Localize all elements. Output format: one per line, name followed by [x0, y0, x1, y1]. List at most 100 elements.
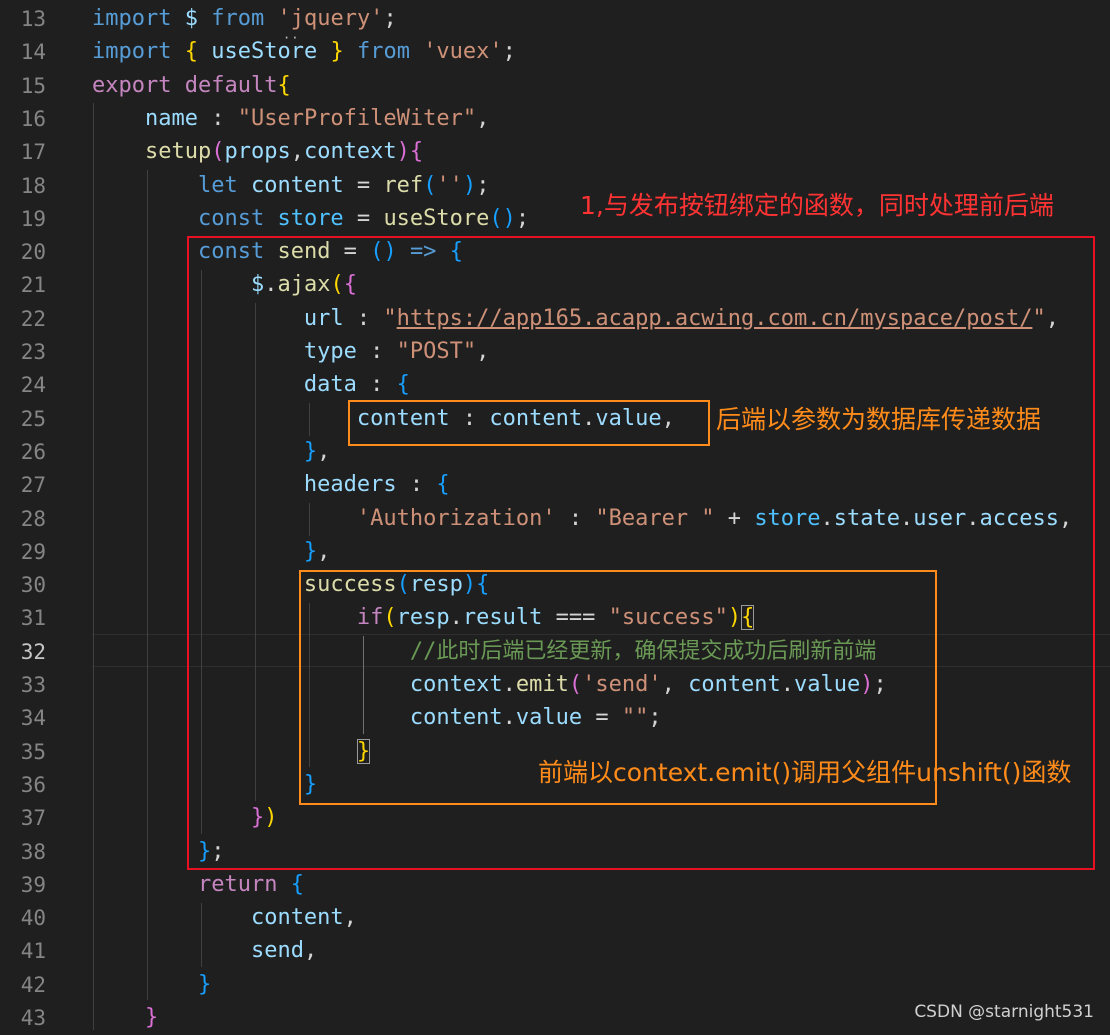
line-number[interactable]: 17: [0, 139, 46, 165]
code-token: 'jquery': [277, 6, 384, 31]
line-number[interactable]: 24: [0, 372, 46, 398]
line-number[interactable]: 27: [0, 472, 46, 498]
code-token: from: [356, 39, 410, 65]
code-editor[interactable]: 13 import $ from 'jquery'; 14 import { useS…: [0, 0, 1110, 1030]
code-token: }: [144, 1005, 159, 1030]
line-number[interactable]: 22: [0, 306, 46, 332]
line-code[interactable]: setup(props,context){: [92, 139, 423, 165]
code-token: =: [343, 172, 384, 198]
line-number[interactable]: 34: [0, 705, 46, 731]
code-line[interactable]: 16 name : "UserProfileWiter",: [0, 103, 1110, 136]
line-number[interactable]: 28: [0, 506, 46, 532]
line-number[interactable]: 13: [0, 6, 46, 32]
code-token: '': [436, 172, 463, 198]
line-number[interactable]: 43: [0, 1005, 46, 1031]
annotation-frontend-emit: 前端以context.emit()调用父组件unshift()函数: [538, 758, 1072, 787]
line-number[interactable]: 35: [0, 739, 46, 765]
line-code[interactable]: send,: [92, 938, 317, 964]
code-line[interactable]: 42 }: [0, 969, 1110, 1002]
code-token: ,: [303, 938, 318, 964]
line-number[interactable]: 23: [0, 339, 46, 365]
code-token: (: [489, 205, 503, 231]
line-number[interactable]: 15: [0, 73, 46, 99]
code-token: send: [250, 938, 304, 964]
line-number[interactable]: 21: [0, 272, 46, 298]
code-token: props: [224, 139, 291, 165]
line-code[interactable]: return {: [92, 872, 304, 898]
line-number[interactable]: 40: [0, 905, 46, 931]
code-line[interactable]: 13 import $ from 'jquery';: [0, 3, 1110, 36]
code-token: "UserProfileWiter": [237, 105, 477, 131]
code-token: ): [502, 205, 516, 231]
line-number[interactable]: 18: [0, 173, 46, 199]
code-token: ,: [476, 105, 490, 131]
code-token: ;: [383, 6, 397, 31]
code-line[interactable]: 39 return {: [0, 869, 1110, 902]
code-token: ,: [343, 905, 357, 931]
watermark: CSDN @starnight531: [914, 1002, 1094, 1022]
line-code[interactable]: export default{: [92, 73, 291, 99]
annotation-backend-data: 后端以参数为数据库传递数据: [716, 405, 1042, 434]
code-token: ): [396, 139, 410, 165]
line-number[interactable]: 38: [0, 839, 46, 865]
line-code[interactable]: import $ from 'jquery';: [92, 6, 397, 32]
line-number[interactable]: 31: [0, 605, 46, 631]
code-token: (: [211, 139, 225, 165]
line-code[interactable]: let content = ref('');: [92, 173, 489, 199]
code-token: ;: [476, 172, 490, 198]
code-token: {: [277, 72, 291, 98]
code-line[interactable]: 15 export default{: [0, 70, 1110, 103]
line-number[interactable]: 25: [0, 406, 46, 432]
line-number[interactable]: 19: [0, 206, 46, 232]
line-code[interactable]: content,: [92, 905, 357, 931]
code-token: ;: [515, 205, 530, 231]
line-number[interactable]: 20: [0, 239, 46, 265]
line-number[interactable]: 42: [0, 972, 46, 998]
code-token: content: [250, 905, 344, 931]
code-line[interactable]: 40 content,: [0, 902, 1110, 935]
line-number[interactable]: 30: [0, 572, 46, 598]
code-token: {: [409, 139, 424, 165]
line-code[interactable]: name : "UserProfileWiter",: [92, 106, 489, 132]
line-number[interactable]: 26: [0, 439, 46, 465]
code-token: let: [197, 172, 238, 198]
line-number[interactable]: 29: [0, 539, 46, 565]
code-token: }: [330, 39, 344, 65]
line-number[interactable]: 32: [0, 639, 46, 665]
quick-fix-dots-icon[interactable]: ··: [283, 31, 299, 45]
line-code[interactable]: }: [92, 1005, 158, 1031]
code-token: $: [184, 6, 198, 31]
code-token: :: [197, 105, 238, 131]
line-number[interactable]: 14: [0, 39, 46, 65]
line-number[interactable]: 41: [0, 938, 46, 964]
code-token: ): [462, 172, 477, 198]
line-number[interactable]: 36: [0, 772, 46, 798]
line-number[interactable]: 33: [0, 672, 46, 698]
code-token: store: [277, 205, 344, 231]
code-line[interactable]: 14 import { useStore } from 'vuex';: [0, 36, 1110, 69]
line-code[interactable]: import { useStore } from 'vuex';: [92, 39, 516, 65]
line-number[interactable]: 16: [0, 106, 46, 132]
line-code[interactable]: }: [92, 972, 211, 998]
line-number[interactable]: 39: [0, 872, 46, 898]
code-line[interactable]: 17 setup(props,context){: [0, 136, 1110, 169]
line-code[interactable]: const store = useStore();: [92, 206, 529, 232]
line-number[interactable]: 37: [0, 805, 46, 831]
code-line[interactable]: 41 send,: [0, 935, 1110, 968]
code-token: export: [92, 72, 172, 98]
